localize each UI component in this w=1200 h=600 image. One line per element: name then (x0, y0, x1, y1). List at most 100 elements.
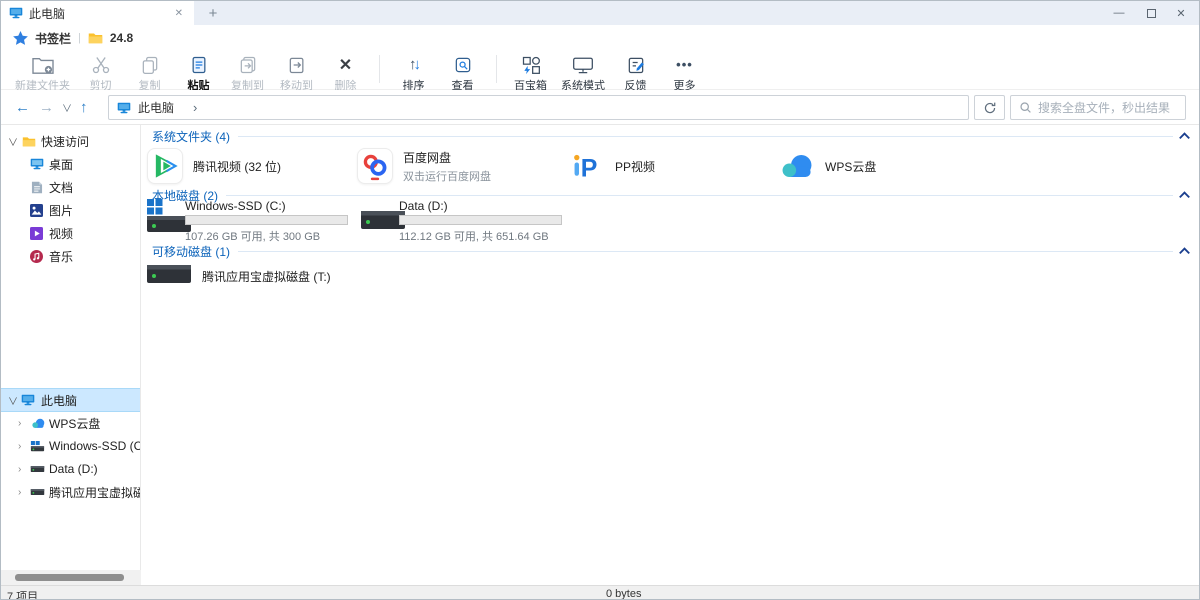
cloud-icon (31, 418, 45, 428)
scissors-icon (91, 53, 111, 76)
drive-name: 腾讯应用宝虚拟磁盘 (T:) (202, 268, 331, 285)
chevron-down-icon[interactable]: ∨ (8, 393, 18, 408)
drive-c[interactable]: Windows-SSD (C:) 107.26 GB 可用, 共 300 GB (147, 199, 357, 241)
drive-usage-bar (185, 215, 348, 225)
delete-button[interactable]: ✕ 删除 (321, 51, 370, 93)
computer-icon (9, 7, 23, 19)
address-bar[interactable]: 此电脑 › (108, 95, 969, 120)
view-button[interactable]: 查看 (438, 51, 487, 93)
breadcrumb-chevron-icon[interactable]: › (193, 100, 197, 115)
section-divider (226, 195, 1173, 196)
bookmarks-bar: 书签栏 | 24.8 (1, 25, 1199, 51)
bookmarks-separator: | (78, 32, 81, 44)
svg-text:P: P (581, 155, 598, 182)
window-minimize-button[interactable]: — (1103, 1, 1135, 25)
scrollbar-thumb[interactable] (15, 574, 124, 581)
tencent-video-icon (147, 148, 183, 184)
bookmark-folder-label[interactable]: 24.8 (110, 31, 133, 45)
window-maximize-button[interactable] (1135, 1, 1167, 25)
new-folder-button[interactable]: 新建文件夹 (9, 51, 76, 93)
cut-button[interactable]: 剪切 (76, 51, 125, 93)
section-title: 可移动磁盘 (1) (152, 243, 230, 260)
breadcrumb[interactable]: 此电脑 (138, 99, 174, 116)
sidebar-item-music[interactable]: 音乐 (1, 245, 141, 267)
item-wps-cloud[interactable]: WPS云盘 (779, 145, 981, 187)
refresh-icon (983, 101, 997, 115)
section-header-system-folders: 系统文件夹 (4) (152, 128, 1173, 144)
copy-button[interactable]: 复制 (125, 51, 174, 93)
system-mode-button[interactable]: 系统模式 (555, 51, 611, 93)
section-header-removable-disks: 可移动磁盘 (1) (152, 243, 1173, 259)
drive-icon (30, 488, 45, 496)
chevron-right-icon[interactable]: › (18, 464, 21, 475)
items-count: 7 项目 (7, 588, 38, 600)
sidebar-item-drive-t[interactable]: › 腾讯应用宝虚拟磁盘 (T:) (1, 481, 141, 503)
drive-d[interactable]: Data (D:) 112.12 GB 可用, 共 651.64 GB (361, 199, 571, 241)
drive-capacity-text: 112.12 GB 可用, 共 651.64 GB (399, 228, 549, 244)
document-icon (31, 181, 43, 194)
copy-to-button[interactable]: 复制到 (223, 51, 272, 93)
sidebar-item-documents[interactable]: 文档 (1, 176, 141, 198)
chevron-right-icon[interactable]: › (18, 418, 21, 429)
sidebar-item-videos[interactable]: 视频 (1, 222, 141, 244)
move-to-icon (287, 53, 307, 76)
search-box[interactable] (1010, 95, 1186, 120)
selection-size: 0 bytes (606, 588, 641, 600)
toolbox-grid-icon (521, 53, 541, 76)
more-button[interactable]: ••• 更多 (660, 51, 709, 93)
star-icon[interactable] (13, 31, 28, 45)
bookmarks-label[interactable]: 书签栏 (35, 30, 71, 47)
collapse-chevron-icon[interactable] (1177, 188, 1191, 202)
pp-video-icon: P (569, 148, 605, 184)
sidebar-item-wps-cloud[interactable]: › WPS云盘 (1, 412, 141, 434)
collapse-chevron-icon[interactable] (1177, 244, 1191, 258)
folder-icon[interactable] (88, 32, 103, 44)
toolbar-separator (379, 55, 380, 83)
tab-this-pc[interactable]: 此电脑 ✕ (1, 1, 194, 25)
sidebar-item-drive-d[interactable]: › Data (D:) (1, 458, 141, 480)
sidebar-item-this-pc[interactable]: ∨ 此电脑 (1, 388, 141, 412)
paste-button[interactable]: 粘贴 (174, 51, 223, 93)
collapse-chevron-icon[interactable] (1177, 129, 1191, 143)
paste-icon (189, 53, 209, 76)
status-bar: 7 项目 0 bytes (1, 585, 1199, 600)
item-pp-video[interactable]: P PP视频 (569, 145, 771, 187)
back-button[interactable]: ← (15, 90, 30, 125)
refresh-button[interactable] (974, 95, 1005, 120)
file-explorer-window: 此电脑 ✕ + — ✕ 书签栏 | 24.8 新建文件夹 剪切 复制 (0, 0, 1200, 600)
new-tab-button[interactable]: + (199, 1, 227, 25)
tab-close-icon[interactable]: ✕ (172, 8, 186, 19)
music-icon (30, 250, 43, 263)
sort-down-glyph: ↓ (414, 56, 419, 73)
sidebar-item-quick-access[interactable]: ∨ 快速访问 (1, 130, 141, 152)
chevron-right-icon[interactable]: › (18, 487, 21, 498)
window-close-button[interactable]: ✕ (1165, 1, 1197, 25)
move-to-button[interactable]: 移动到 (272, 51, 321, 93)
up-button[interactable]: ↑ (80, 90, 88, 125)
drive-icon (147, 259, 193, 289)
chevron-right-icon[interactable]: › (18, 441, 21, 452)
copy-icon (140, 53, 160, 76)
toolbox-button[interactable]: 百宝箱 (506, 51, 555, 93)
computer-icon (21, 394, 35, 406)
monitor-icon (572, 53, 594, 76)
sort-button[interactable]: ↑↓ 排序 (389, 51, 438, 93)
item-tencent-video[interactable]: 腾讯视频 (32 位) (147, 145, 349, 187)
sidebar-item-pictures[interactable]: 图片 (1, 199, 141, 221)
sidebar-item-drive-c[interactable]: › Windows-SSD (C:) (1, 435, 141, 457)
history-dropdown-icon[interactable]: ∨ (62, 90, 72, 125)
item-baidu-netdisk[interactable]: 百度网盘 双击运行百度网盘 (357, 145, 559, 187)
delete-icon: ✕ (339, 53, 352, 76)
search-input[interactable] (1038, 101, 1177, 115)
chevron-down-icon[interactable]: ∨ (8, 134, 18, 149)
sidebar-horizontal-scrollbar[interactable] (1, 570, 141, 585)
wps-cloud-icon (779, 148, 815, 184)
section-title: 系统文件夹 (4) (152, 128, 230, 145)
sidebar-item-desktop[interactable]: 桌面 (1, 153, 141, 175)
forward-button[interactable]: → (39, 90, 54, 125)
maximize-icon (1147, 9, 1156, 18)
section-divider (238, 136, 1173, 137)
navigation-bar: ← → ∨ ↑ 此电脑 › (1, 90, 1199, 125)
new-folder-icon (31, 53, 55, 76)
feedback-button[interactable]: 反馈 (611, 51, 660, 93)
